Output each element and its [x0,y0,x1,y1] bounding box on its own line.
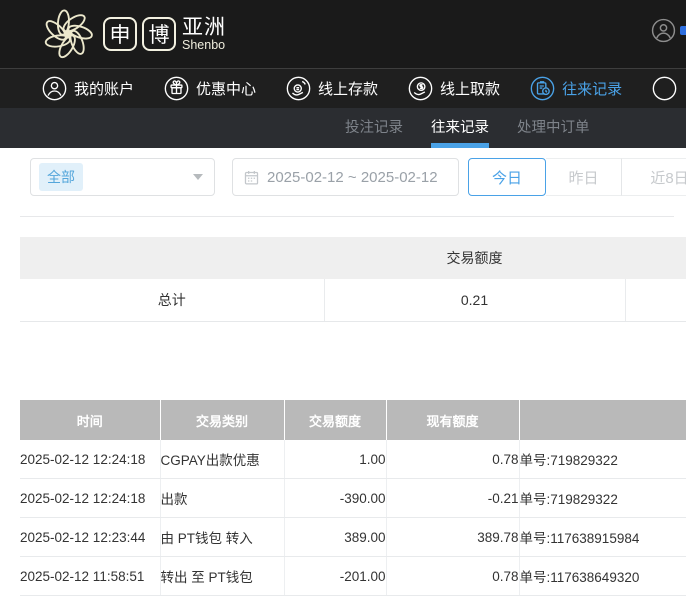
summary-total-label: 总计 [20,279,324,322]
cell-type: 出款 [160,479,284,518]
nav-label: 线上存款 [318,78,378,99]
transactions-table: 时间 交易类别 交易额度 现有额度 摘要 2025-02-12 12:24:18… [20,400,686,596]
last-8-days-button[interactable]: 近8日 [621,158,686,196]
nav-label: 优惠中心 [196,78,256,99]
calendar-icon [243,169,260,186]
gift-icon [164,76,189,101]
summary-header-row: 交易额度 [20,237,686,279]
section-divider [20,216,674,217]
brand-logo: 申 博 亚洲 Shenbo [38,4,226,64]
cell-time: 2025-02-12 12:24:18 [20,479,160,518]
cell-amount: 1.00 [284,440,386,479]
nav-item-records[interactable]: 往来记录 [530,76,622,101]
main-navigation: 我的账户 优惠中心 线上存款 线上取款 [0,68,686,108]
today-button[interactable]: 今日 [468,158,546,196]
cell-balance: 0.78 [386,440,519,479]
filter-bar: 全部 2025-02-12 ~ 2025-02-12 今日 昨日 近8日 [0,148,686,210]
cell-type: 由 PT钱包 转入 [160,518,284,557]
logo-subtitle: Shenbo [182,39,226,52]
cell-summary: 单号:719829322 [519,440,686,479]
summary-empty-cell [625,237,686,279]
partial-circle-icon [652,76,677,101]
summary-total-row: 总计 0.21 [20,279,686,322]
cell-amount: -390.00 [284,479,386,518]
records-tab-bar: 投注记录 往来记录 处理中订单 [0,108,686,148]
flower-logo-icon [38,4,98,64]
cell-amount: 389.00 [284,518,386,557]
col-header-time: 时间 [20,400,160,440]
col-header-amount: 交易额度 [284,400,386,440]
summary-empty-cell [625,279,686,322]
logo-region-text: 亚洲 [182,17,226,38]
summary-table: 交易额度 总计 0.21 [20,237,686,322]
nav-label: 往来记录 [562,78,622,99]
chevron-down-icon [193,174,203,180]
cell-summary: 单号:117638649320 [519,557,686,596]
col-header-balance: 现有额度 [386,400,519,440]
logo-char-box: 申 [103,17,137,51]
nav-item-my-account[interactable]: 我的账户 [42,76,134,101]
col-header-summary: 摘要 [519,400,686,440]
cell-type: CGPAY出款优惠 [160,440,284,479]
table-row: 2025-02-12 12:24:18 出款 -390.00 -0.21 单号:… [20,479,686,518]
deposit-icon [286,76,311,101]
user-icon [42,76,67,101]
records-icon [530,76,555,101]
logo-char-box: 博 [142,17,176,51]
cell-summary: 单号:117638915984 [519,518,686,557]
table-row: 2025-02-12 12:24:18 CGPAY出款优惠 1.00 0.78 … [20,440,686,479]
summary-amount-header: 交易额度 [324,237,625,279]
cell-time: 2025-02-12 11:58:51 [20,557,160,596]
nav-item-withdraw[interactable]: 线上取款 [408,76,500,101]
summary-total-value: 0.21 [324,279,625,322]
user-avatar-icon[interactable] [651,18,676,43]
nav-item-partial[interactable] [652,76,677,101]
yesterday-button[interactable]: 昨日 [546,158,621,196]
date-range-picker[interactable]: 2025-02-12 ~ 2025-02-12 [232,158,459,196]
cell-amount: -201.00 [284,557,386,596]
summary-empty-cell [20,237,324,279]
table-row: 2025-02-12 12:23:44 由 PT钱包 转入 389.00 389… [20,518,686,557]
top-header: 申 博 亚洲 Shenbo [0,0,686,68]
nav-label: 我的账户 [74,78,134,99]
tab-processing-orders[interactable]: 处理中订单 [517,108,590,148]
nav-item-promotions[interactable]: 优惠中心 [164,76,256,101]
withdraw-icon [408,76,433,101]
transactions-header-row: 时间 交易类别 交易额度 现有额度 摘要 [20,400,686,440]
cell-balance: -0.21 [386,479,519,518]
selected-filter-chip: 全部 [39,163,83,191]
quick-date-buttons: 今日 昨日 近8日 [468,158,686,196]
cell-balance: 389.78 [386,518,519,557]
date-range-value: 2025-02-12 ~ 2025-02-12 [267,169,438,186]
nav-label: 线上取款 [440,78,500,99]
nav-item-deposit[interactable]: 线上存款 [286,76,378,101]
type-filter-select[interactable]: 全部 [30,158,215,196]
cell-summary: 单号:719829322 [519,479,686,518]
cell-time: 2025-02-12 12:24:18 [20,440,160,479]
header-badge-partial [680,26,686,35]
table-row: 2025-02-12 11:58:51 转出 至 PT钱包 -201.00 0.… [20,557,686,596]
cell-balance: 0.78 [386,557,519,596]
col-header-type: 交易类别 [160,400,284,440]
tab-transaction-records[interactable]: 往来记录 [431,108,489,148]
tab-betting-records[interactable]: 投注记录 [345,108,403,148]
cell-time: 2025-02-12 12:23:44 [20,518,160,557]
cell-type: 转出 至 PT钱包 [160,557,284,596]
